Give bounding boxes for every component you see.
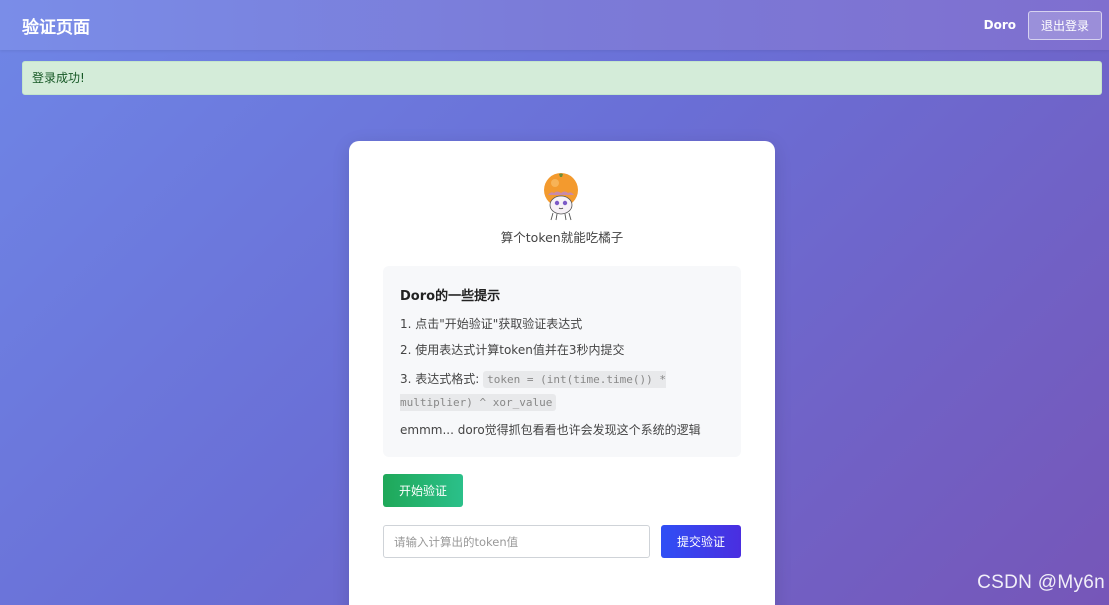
top-header: 验证页面 Doro 退出登录 — [0, 0, 1109, 50]
start-verification-button[interactable]: 开始验证 — [383, 474, 463, 507]
doro-orange-avatar-icon — [544, 173, 578, 221]
tips-title: Doro的一些提示 — [400, 289, 501, 304]
page-title: 验证页面 — [22, 17, 90, 38]
tip-hint: emmm... doro觉得抓包看看也许会发现这个系统的逻辑 — [400, 423, 701, 437]
username-label: Doro — [983, 18, 1016, 32]
token-input[interactable] — [383, 525, 650, 558]
csdn-watermark: CSDN @My6n — [977, 572, 1105, 593]
tip-line-3: 3. 表达式格式: token = (int(time.time()) * mu… — [400, 368, 724, 414]
login-success-alert: 登录成功! — [22, 61, 1102, 95]
verification-card: 算个token就能吃橘子 Doro的一些提示 1. 点击"开始验证"获取验证表达… — [349, 141, 775, 605]
tip-line-3-prefix: 3. 表达式格式: — [400, 372, 480, 386]
logout-button[interactable]: 退出登录 — [1027, 10, 1102, 40]
submit-verification-button[interactable]: 提交验证 — [661, 525, 741, 558]
tips-box: Doro的一些提示 1. 点击"开始验证"获取验证表达式 2. 使用表达式计算t… — [383, 266, 741, 457]
tip-line-2: 2. 使用表达式计算token值并在3秒内提交 — [400, 343, 625, 357]
header-user-area: Doro 退出登录 — [983, 10, 1102, 40]
card-subtitle: 算个token就能吃橘子 — [500, 230, 624, 245]
tip-line-1: 1. 点击"开始验证"获取验证表达式 — [400, 317, 583, 331]
